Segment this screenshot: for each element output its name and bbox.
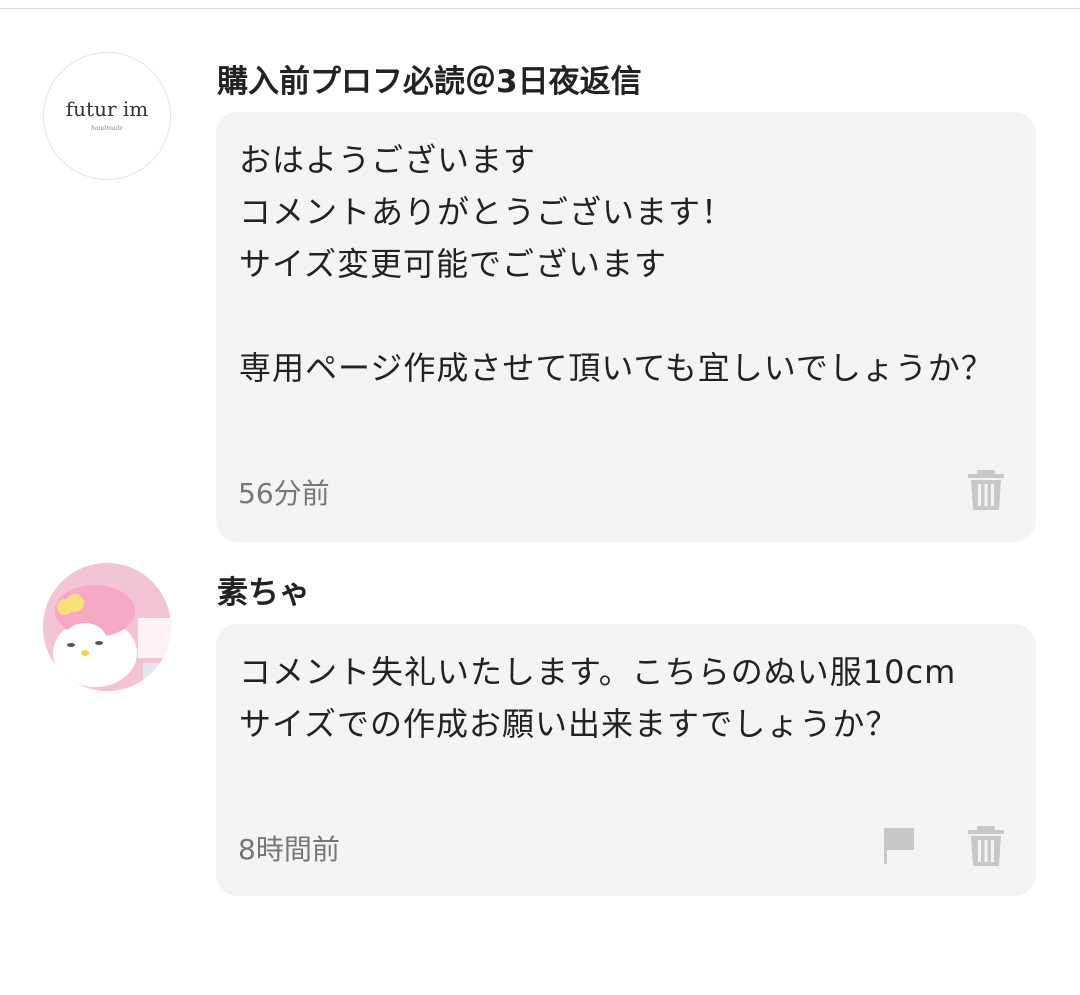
timestamp: 8時間前 xyxy=(238,833,340,866)
top-divider xyxy=(0,8,1080,9)
avatar-logo-subtext: handmade xyxy=(91,125,123,132)
username[interactable]: 購入前プロフ必読＠3日夜返信 xyxy=(217,56,642,101)
comment-text: コメント失礼いたします。こちらのぬい服10cmサイズでの作成お願い出来ますでしょ… xyxy=(239,653,957,743)
avatar-logo-text: futur im xyxy=(65,97,149,121)
username[interactable]: 素ちゃ xyxy=(217,567,310,612)
avatar[interactable]: futur im handmade xyxy=(43,52,171,180)
flag-icon[interactable] xyxy=(880,824,920,868)
timestamp: 56分前 xyxy=(238,477,330,510)
comment-text: おはようございます コメントありがとうございます！ サイズ変更可能でございます … xyxy=(239,141,994,387)
avatar[interactable] xyxy=(43,563,171,691)
comment-bubble: おはようございます コメントありがとうございます！ サイズ変更可能でございます … xyxy=(216,112,1036,542)
trash-icon[interactable] xyxy=(966,824,1006,868)
comment-bubble: コメント失礼いたします。こちらのぬい服10cmサイズでの作成お願い出来ますでしょ… xyxy=(216,624,1036,896)
trash-icon[interactable] xyxy=(966,468,1006,512)
